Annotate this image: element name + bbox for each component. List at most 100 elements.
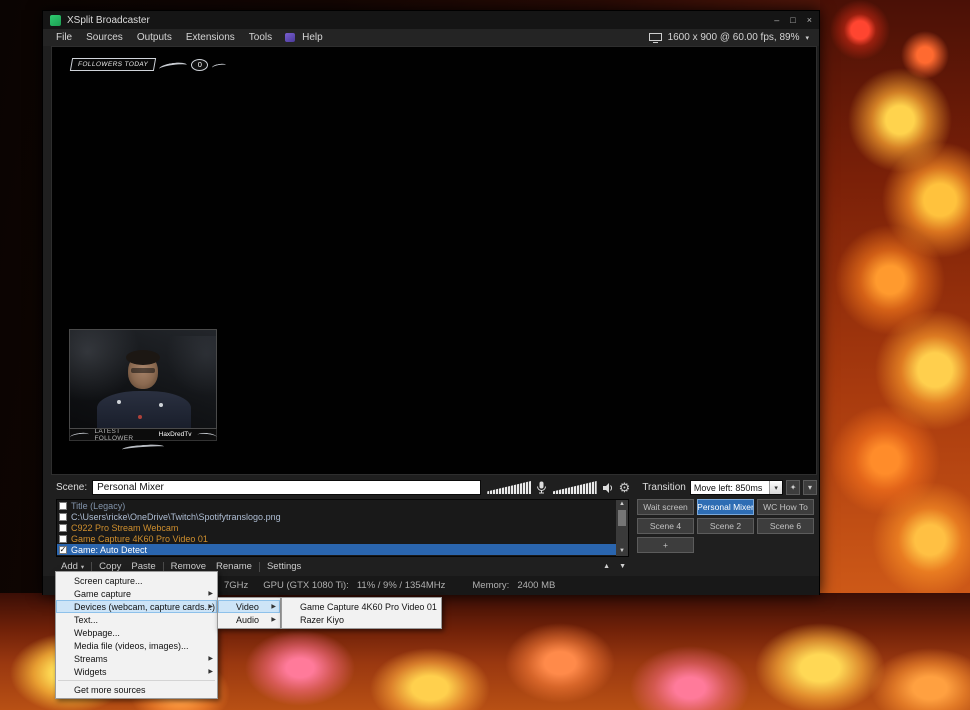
source-visibility-checkbox[interactable] bbox=[59, 513, 67, 521]
submenu-arrow-icon: ▶ bbox=[208, 668, 213, 675]
submenu-arrow-icon: ▶ bbox=[271, 616, 276, 623]
speaker-icon[interactable] bbox=[602, 482, 614, 494]
scroll-down-icon[interactable]: ▼ bbox=[619, 547, 625, 556]
menu-item-screen-capture[interactable]: Screen capture... bbox=[56, 574, 217, 587]
add-caret-icon: ▾ bbox=[81, 563, 84, 571]
scene-button-personal-mixer[interactable]: Personal Mixer bbox=[697, 499, 754, 515]
check-icon: ✓ bbox=[60, 546, 67, 554]
stage-preview[interactable]: FOLLOWERS TODAY 0 LATEST FOLLOWER HaxDre… bbox=[51, 46, 817, 475]
menu-item-webpage[interactable]: Webpage... bbox=[56, 626, 217, 639]
source-label: Game: Auto Detect bbox=[71, 545, 147, 555]
transition-caret-icon[interactable]: ▾ bbox=[769, 481, 782, 494]
source-visibility-checkbox[interactable]: ✓ bbox=[59, 546, 67, 554]
menu-separator bbox=[58, 680, 215, 681]
maximize-icon[interactable]: □ bbox=[790, 11, 795, 29]
transition-options-button[interactable]: ▾ bbox=[803, 480, 817, 495]
streamer-face bbox=[128, 354, 158, 389]
menu-tools[interactable]: Tools bbox=[242, 29, 279, 46]
webcam-widget[interactable]: LATEST FOLLOWER HaxDredTv bbox=[69, 329, 217, 451]
settings-button[interactable]: Settings bbox=[262, 561, 306, 572]
submenu-item-video[interactable]: Video ▶ bbox=[218, 600, 280, 613]
microphone-icon[interactable] bbox=[536, 481, 547, 494]
swoosh-emblem-icon bbox=[122, 444, 164, 453]
audio-settings-gear-icon[interactable]: ⚙ bbox=[619, 480, 631, 495]
submenu-item-audio[interactable]: Audio ▶ bbox=[218, 613, 280, 626]
source-row-selected[interactable]: ✓ Game: Auto Detect bbox=[57, 544, 628, 555]
xsplit-window: XSplit Broadcaster – □ × File Sources Ou… bbox=[42, 10, 820, 595]
scrollbar-thumb[interactable] bbox=[618, 510, 626, 526]
gpu-status-value: 11% / 9% / 1354MHz bbox=[357, 580, 446, 591]
move-source-down-icon[interactable]: ▼ bbox=[619, 563, 626, 570]
menu-extensions[interactable]: Extensions bbox=[179, 29, 242, 46]
window-title: XSplit Broadcaster bbox=[67, 15, 150, 26]
menu-sources[interactable]: Sources bbox=[79, 29, 130, 46]
toolbar-divider bbox=[91, 562, 92, 572]
toolbar-divider bbox=[163, 562, 164, 572]
submenu-arrow-icon: ▶ bbox=[208, 655, 213, 662]
menu-item-text[interactable]: Text... bbox=[56, 613, 217, 626]
resolution-caret-icon[interactable]: ▾ bbox=[805, 34, 809, 42]
window-titlebar[interactable]: XSplit Broadcaster – □ × bbox=[43, 11, 819, 29]
scene-button-scene-4[interactable]: Scene 4 bbox=[637, 518, 694, 534]
xsplit-logo-icon bbox=[50, 15, 61, 26]
video-devices-submenu: Game Capture 4K60 Pro Video 01 Razer Kiy… bbox=[281, 597, 442, 629]
close-icon[interactable]: × bbox=[807, 11, 812, 29]
submenu-item-razer-kiyo[interactable]: Razer Kiyo bbox=[282, 613, 441, 626]
source-visibility-checkbox[interactable] bbox=[59, 524, 67, 532]
scene-button-wc-how-to[interactable]: WC How To bbox=[757, 499, 814, 515]
submenu-arrow-icon: ▶ bbox=[208, 603, 213, 610]
scene-buttons: Wait screen Personal Mixer WC How To Sce… bbox=[637, 499, 817, 553]
add-scene-button[interactable]: + bbox=[637, 537, 694, 553]
sources-scrollbar[interactable]: ▲ ▼ bbox=[616, 500, 628, 556]
menu-item-media-file[interactable]: Media file (videos, images)... bbox=[56, 639, 217, 652]
swoosh-right-icon bbox=[196, 432, 216, 440]
source-visibility-checkbox[interactable] bbox=[59, 535, 67, 543]
followers-today-label: FOLLOWERS TODAY bbox=[70, 58, 157, 71]
latest-follower-bar: LATEST FOLLOWER HaxDredTv bbox=[69, 429, 217, 441]
scene-name-input[interactable] bbox=[92, 480, 481, 495]
submenu-arrow-icon: ▶ bbox=[271, 603, 276, 610]
menu-outputs[interactable]: Outputs bbox=[130, 29, 179, 46]
scene-button-scene-2[interactable]: Scene 2 bbox=[697, 518, 754, 534]
swoosh-left-icon bbox=[70, 432, 90, 441]
swoosh-tail-icon bbox=[212, 63, 227, 70]
source-label: C922 Pro Stream Webcam bbox=[71, 523, 178, 533]
latest-follower-name: HaxDredTv bbox=[159, 431, 192, 438]
monitor-icon bbox=[649, 33, 662, 43]
source-row[interactable]: C:\Users\ricke\OneDrive\Twitch\Spotifytr… bbox=[57, 511, 628, 522]
submenu-item-game-capture-4k60[interactable]: Game Capture 4K60 Pro Video 01 bbox=[282, 600, 441, 613]
scene-label: Scene: bbox=[56, 482, 87, 493]
source-visibility-checkbox[interactable] bbox=[59, 502, 67, 510]
menu-item-get-more-sources[interactable]: Get more sources bbox=[56, 683, 217, 696]
gpu-status-label: GPU (GTX 1080 Ti): bbox=[263, 580, 349, 591]
swoosh-decoration-icon bbox=[159, 61, 188, 73]
scene-button-scene-6[interactable]: Scene 6 bbox=[757, 518, 814, 534]
scroll-up-icon[interactable]: ▲ bbox=[619, 500, 625, 509]
source-label: Title (Legacy) bbox=[71, 501, 125, 511]
toolbar-divider bbox=[259, 562, 260, 572]
add-source-menu: Screen capture... Game capture ▶ Devices… bbox=[55, 571, 218, 699]
memory-status-value: 2400 MB bbox=[517, 580, 555, 591]
resolution-status: 1600 x 900 @ 60.00 fps, 89% bbox=[668, 32, 800, 43]
source-label: Game Capture 4K60 Pro Video 01 bbox=[71, 534, 208, 544]
transition-select[interactable]: Move left: 850ms ▾ bbox=[690, 480, 783, 495]
source-row[interactable]: C922 Pro Stream Webcam bbox=[57, 522, 628, 533]
transition-effects-button[interactable]: ✦ bbox=[786, 480, 800, 495]
move-source-up-icon[interactable]: ▲ bbox=[603, 563, 610, 570]
scene-button-wait-screen[interactable]: Wait screen bbox=[637, 499, 694, 515]
menu-item-game-capture[interactable]: Game capture ▶ bbox=[56, 587, 217, 600]
menu-help[interactable]: Help bbox=[295, 29, 330, 46]
menu-item-widgets[interactable]: Widgets ▶ bbox=[56, 665, 217, 678]
menu-file[interactable]: File bbox=[49, 29, 79, 46]
memory-status-label: Memory: bbox=[472, 580, 509, 591]
menu-item-devices[interactable]: Devices (webcam, capture cards...) ▶ bbox=[56, 600, 217, 613]
source-label: C:\Users\ricke\OneDrive\Twitch\Spotifytr… bbox=[71, 512, 281, 522]
source-row[interactable]: Title (Legacy) bbox=[57, 500, 628, 511]
scene-bar: Scene: ⚙ Transition Move left: 850ms ▾ ✦… bbox=[51, 478, 817, 497]
menu-item-streams[interactable]: Streams ▶ bbox=[56, 652, 217, 665]
transition-value: Move left: 850ms bbox=[691, 483, 769, 493]
followers-widget: FOLLOWERS TODAY 0 bbox=[71, 58, 226, 71]
minimize-icon[interactable]: – bbox=[774, 11, 779, 29]
source-row[interactable]: Game Capture 4K60 Pro Video 01 bbox=[57, 533, 628, 544]
speaker-level-meter bbox=[553, 481, 597, 494]
